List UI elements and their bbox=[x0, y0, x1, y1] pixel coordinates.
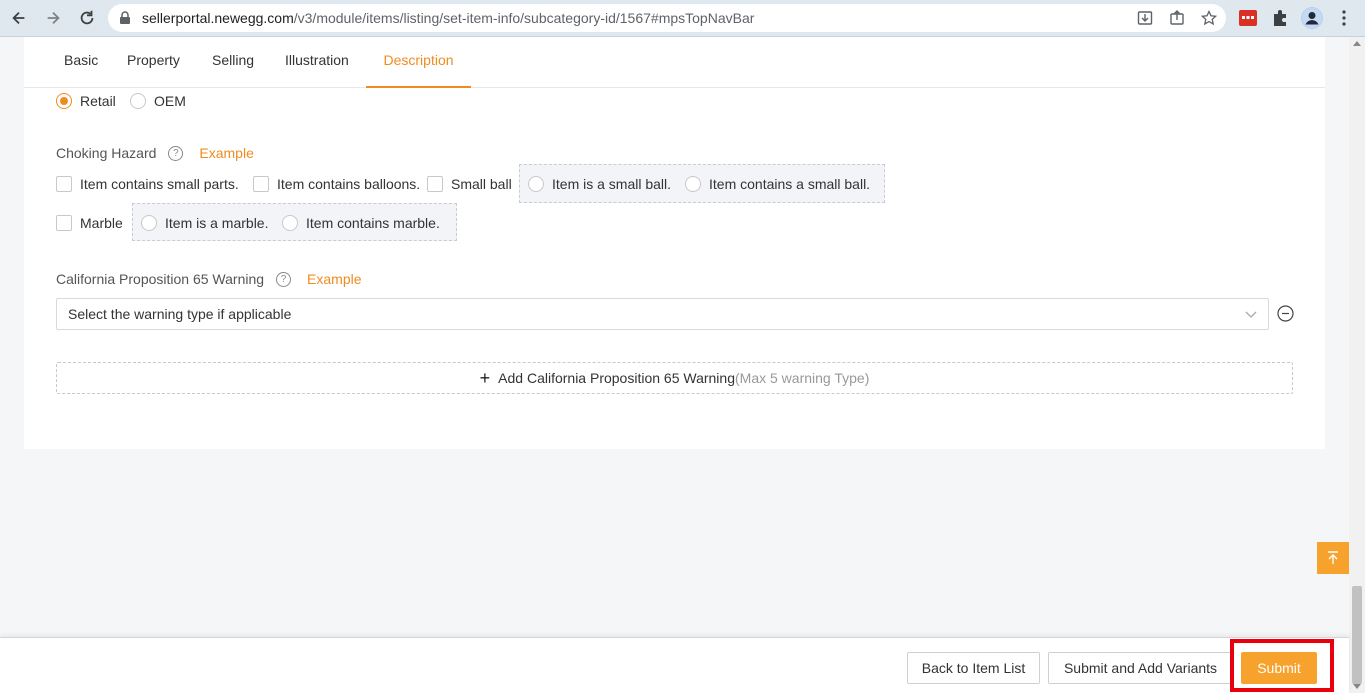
radio-retail[interactable]: Retail bbox=[56, 93, 116, 109]
browser-toolbar: sellerportal.newegg.com/v3/module/items/… bbox=[0, 0, 1365, 37]
scrollbar-thumb[interactable] bbox=[1352, 586, 1362, 684]
tab-illustration[interactable]: Illustration bbox=[285, 37, 349, 88]
checkbox-small-ball[interactable]: Small ball bbox=[427, 176, 512, 192]
star-icon[interactable] bbox=[1198, 8, 1220, 28]
extension-red-icon[interactable] bbox=[1236, 6, 1260, 30]
choking-hazard-example-link[interactable]: Example bbox=[199, 145, 253, 161]
radio-contains-small-ball-control[interactable] bbox=[685, 176, 701, 192]
radio-contains-small-ball-label: Item contains a small ball. bbox=[709, 176, 871, 192]
share-icon[interactable] bbox=[1166, 8, 1188, 28]
choking-hazard-label-row: Choking Hazard ? Example bbox=[56, 145, 254, 161]
url-host: sellerportal.newegg.com bbox=[142, 10, 294, 26]
checkbox-small-parts[interactable]: Item contains small parts. bbox=[56, 176, 239, 192]
chevron-down-icon bbox=[1245, 311, 1257, 318]
prop65-select-placeholder: Select the warning type if applicable bbox=[68, 306, 292, 322]
plus-icon: + bbox=[479, 367, 491, 388]
help-icon[interactable]: ? bbox=[168, 145, 184, 161]
radio-retail-control[interactable] bbox=[56, 93, 72, 109]
checkbox-small-ball-control[interactable] bbox=[427, 176, 443, 192]
radio-is-small-ball-label: Item is a small ball. bbox=[552, 176, 672, 192]
checkbox-balloons-label: Item contains balloons. bbox=[277, 176, 421, 192]
radio-retail-label: Retail bbox=[80, 93, 116, 109]
page-scrollbar[interactable] bbox=[1349, 37, 1365, 693]
puzzle-icon[interactable] bbox=[1268, 6, 1292, 30]
tab-basic[interactable]: Basic bbox=[64, 37, 98, 88]
prop65-warning-select[interactable]: Select the warning type if applicable bbox=[56, 298, 1269, 330]
lock-icon bbox=[120, 11, 130, 24]
checkbox-marble-label: Marble bbox=[80, 215, 123, 231]
radio-is-marble-control[interactable] bbox=[141, 215, 157, 231]
checkbox-small-ball-label: Small ball bbox=[451, 176, 512, 192]
tab-description[interactable]: Description bbox=[366, 37, 471, 88]
back-to-top-button[interactable] bbox=[1317, 542, 1349, 574]
arrow-to-top-icon bbox=[1328, 551, 1338, 564]
prop65-example-link[interactable]: Example bbox=[307, 271, 361, 287]
radio-is-marble-label: Item is a marble. bbox=[165, 215, 269, 231]
section-tabs: Basic Property Selling Illustration Desc… bbox=[24, 37, 1325, 88]
forward-arrow-icon[interactable] bbox=[38, 3, 68, 33]
tab-selling[interactable]: Selling bbox=[212, 37, 254, 88]
url-path: /v3/module/items/listing/set-item-info/s… bbox=[293, 10, 755, 26]
checkbox-marble[interactable]: Marble bbox=[56, 215, 123, 231]
radio-contains-marble-label: Item contains marble. bbox=[306, 215, 440, 231]
radio-oem[interactable]: OEM bbox=[130, 93, 186, 109]
prop65-label: California Proposition 65 Warning bbox=[56, 271, 265, 287]
add-prop65-hint: (Max 5 warning Type) bbox=[735, 370, 870, 386]
submit-and-add-variants-button[interactable]: Submit and Add Variants bbox=[1048, 652, 1233, 684]
add-prop65-warning-button[interactable]: + Add California Proposition 65 Warning(… bbox=[56, 362, 1293, 394]
radio-is-small-ball-control[interactable] bbox=[528, 176, 544, 192]
radio-is-small-ball[interactable]: Item is a small ball. bbox=[528, 176, 671, 192]
radio-oem-control[interactable] bbox=[130, 93, 146, 109]
profile-avatar-icon[interactable] bbox=[1300, 6, 1324, 30]
checkbox-marble-control[interactable] bbox=[56, 215, 72, 231]
scroll-down-arrow-icon[interactable] bbox=[1353, 684, 1361, 689]
add-prop65-label: Add California Proposition 65 Warning bbox=[498, 370, 735, 386]
checkbox-balloons[interactable]: Item contains balloons. bbox=[253, 176, 420, 192]
kebab-menu-icon[interactable] bbox=[1332, 6, 1356, 30]
help-icon[interactable]: ? bbox=[276, 271, 292, 287]
checkbox-small-parts-control[interactable] bbox=[56, 176, 72, 192]
item-form-card: Basic Property Selling Illustration Desc… bbox=[24, 37, 1325, 449]
radio-contains-small-ball[interactable]: Item contains a small ball. bbox=[685, 176, 870, 192]
prop65-label-row: California Proposition 65 Warning ? Exam… bbox=[56, 271, 362, 287]
submit-highlight-box bbox=[1230, 639, 1334, 692]
choking-hazard-label: Choking Hazard bbox=[56, 145, 157, 161]
checkbox-balloons-control[interactable] bbox=[253, 176, 269, 192]
radio-is-marble[interactable]: Item is a marble. bbox=[141, 215, 268, 231]
radio-contains-marble-control[interactable] bbox=[282, 215, 298, 231]
scroll-up-arrow-icon[interactable] bbox=[1353, 41, 1361, 46]
radio-oem-label: OEM bbox=[154, 93, 186, 109]
radio-contains-marble[interactable]: Item contains marble. bbox=[282, 215, 440, 231]
action-footer: Back to Item List Submit and Add Variant… bbox=[0, 637, 1349, 693]
back-arrow-icon[interactable] bbox=[4, 3, 34, 33]
address-bar[interactable]: sellerportal.newegg.com/v3/module/items/… bbox=[108, 4, 1226, 32]
checkbox-small-parts-label: Item contains small parts. bbox=[80, 176, 239, 192]
remove-circle-icon[interactable] bbox=[1277, 305, 1294, 322]
reload-icon[interactable] bbox=[72, 3, 102, 33]
back-to-item-list-button[interactable]: Back to Item List bbox=[907, 652, 1040, 684]
tab-property[interactable]: Property bbox=[127, 37, 180, 88]
install-icon[interactable] bbox=[1134, 8, 1156, 28]
